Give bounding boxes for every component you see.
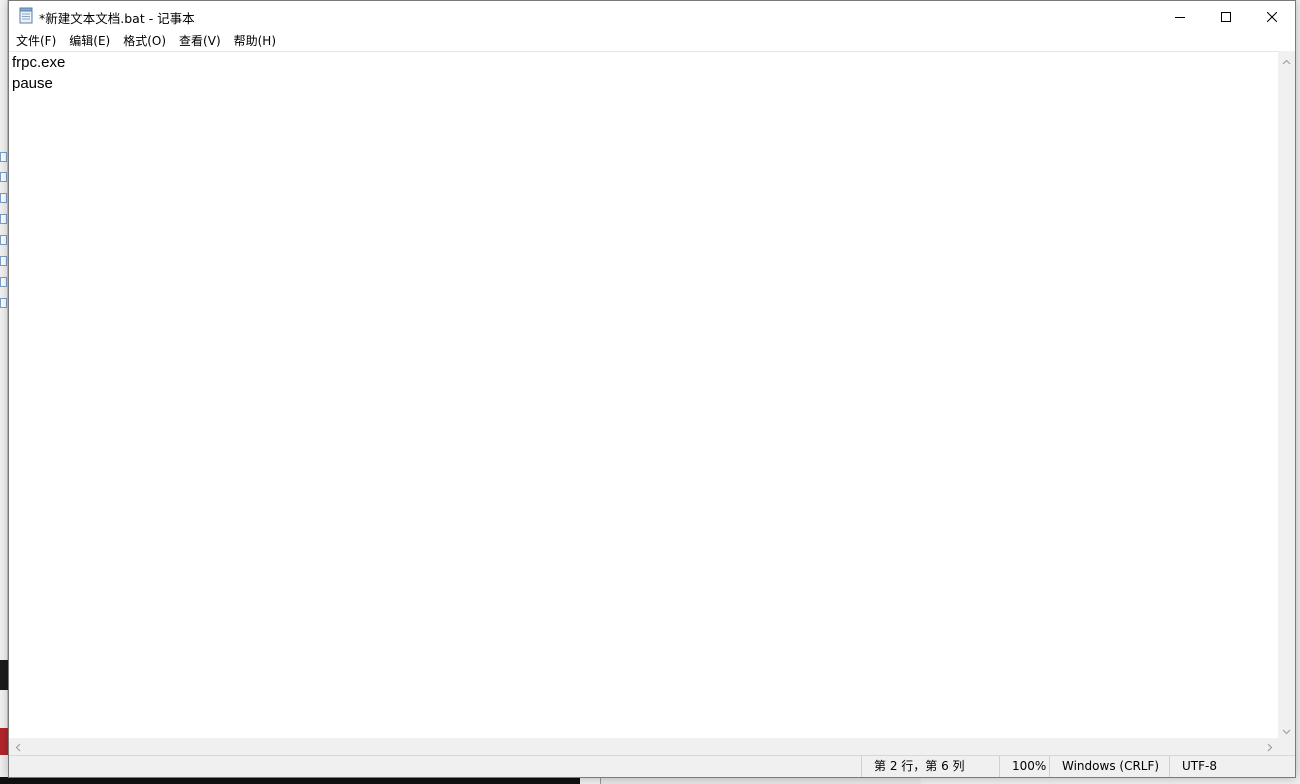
menu-help[interactable]: 帮助(H) [227,31,282,51]
horizontal-scrollbar[interactable] [9,738,1278,755]
close-button[interactable] [1249,1,1295,31]
background-file-icon [0,277,7,287]
window-title: *新建文本文档.bat - 记事本 [39,11,195,26]
background-window-edge-right [1296,0,1300,784]
close-icon [1266,7,1278,26]
notepad-window: *新建文本文档.bat - 记事本 文件(F) 编辑(E) 格式(O) 查看(V… [8,0,1296,778]
scroll-left-button[interactable] [9,738,26,755]
menu-edit[interactable]: 编辑(E) [62,31,116,51]
background-window-edge [0,0,8,784]
background-file-icon [0,298,7,308]
title-bar[interactable]: *新建文本文档.bat - 记事本 [9,1,1295,31]
background-file-icon [0,235,7,245]
scroll-down-button[interactable] [1278,721,1295,738]
status-bar: 第 2 行，第 6 列 100% Windows (CRLF) UTF-8 [9,755,1295,777]
scrollbar-corner [1278,738,1295,755]
background-file-icon [0,214,7,224]
chevron-left-icon [15,737,21,756]
background-gray-strip [600,777,921,784]
encoding: UTF-8 [1169,756,1295,777]
background-file-icon [0,172,7,182]
maximize-icon [1221,7,1231,26]
chevron-right-icon [1267,737,1273,756]
background-file-icon [0,193,7,203]
scroll-right-button[interactable] [1261,738,1278,755]
menu-format[interactable]: 格式(O) [116,31,172,51]
background-file-icon [0,152,7,162]
cursor-position: 第 2 行，第 6 列 [861,756,1001,777]
chevron-down-icon [1282,720,1291,739]
zoom-level: 100% [999,756,1049,777]
menu-file[interactable]: 文件(F) [9,31,62,51]
background-dark-strip [0,777,580,784]
notepad-icon[interactable] [18,7,34,24]
chevron-up-icon [1282,50,1291,69]
scroll-up-button[interactable] [1278,51,1295,68]
text-editor[interactable]: frpc.exe pause [9,51,1278,738]
minimize-button[interactable] [1157,1,1203,31]
editor-line: frpc.exe [12,54,66,71]
vertical-scrollbar[interactable] [1278,51,1295,738]
background-red-region [0,728,8,758]
menu-bar: 文件(F) 编辑(E) 格式(O) 查看(V) 帮助(H) [9,31,1295,51]
background-dark-region [0,660,8,690]
maximize-button[interactable] [1203,1,1249,31]
background-file-icon [0,256,7,266]
line-ending: Windows (CRLF) [1049,756,1170,777]
editor-line: pause [12,75,53,92]
minimize-icon [1175,7,1185,26]
menu-view[interactable]: 查看(V) [172,31,227,51]
